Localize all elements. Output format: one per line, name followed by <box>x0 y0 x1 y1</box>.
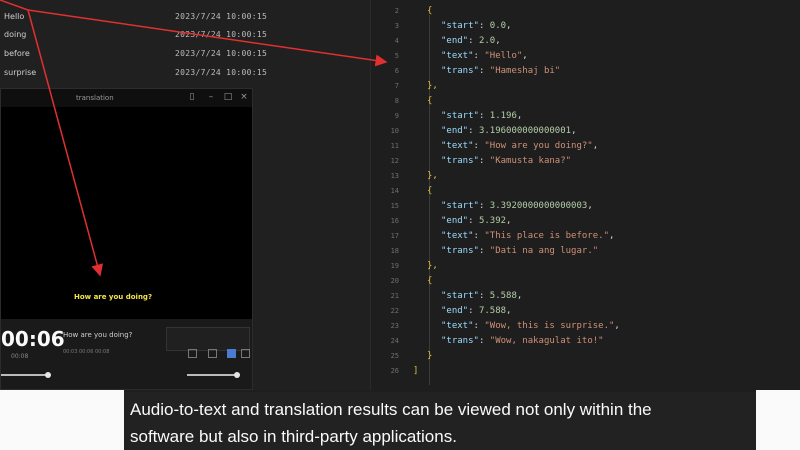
caption-line-1: Audio-to-text and translation results ca… <box>130 400 652 419</box>
caption-bg-right <box>756 390 800 450</box>
caption-line-2: software but also in third-party applica… <box>130 427 457 446</box>
caption-bg-left <box>0 390 124 450</box>
annotation-arrows <box>0 0 388 277</box>
arrow-line <box>0 0 29 11</box>
arrow-to-code <box>27 9 388 67</box>
caption-box: Audio-to-text and translation results ca… <box>124 392 756 450</box>
arrow-to-subtitle <box>27 9 104 277</box>
